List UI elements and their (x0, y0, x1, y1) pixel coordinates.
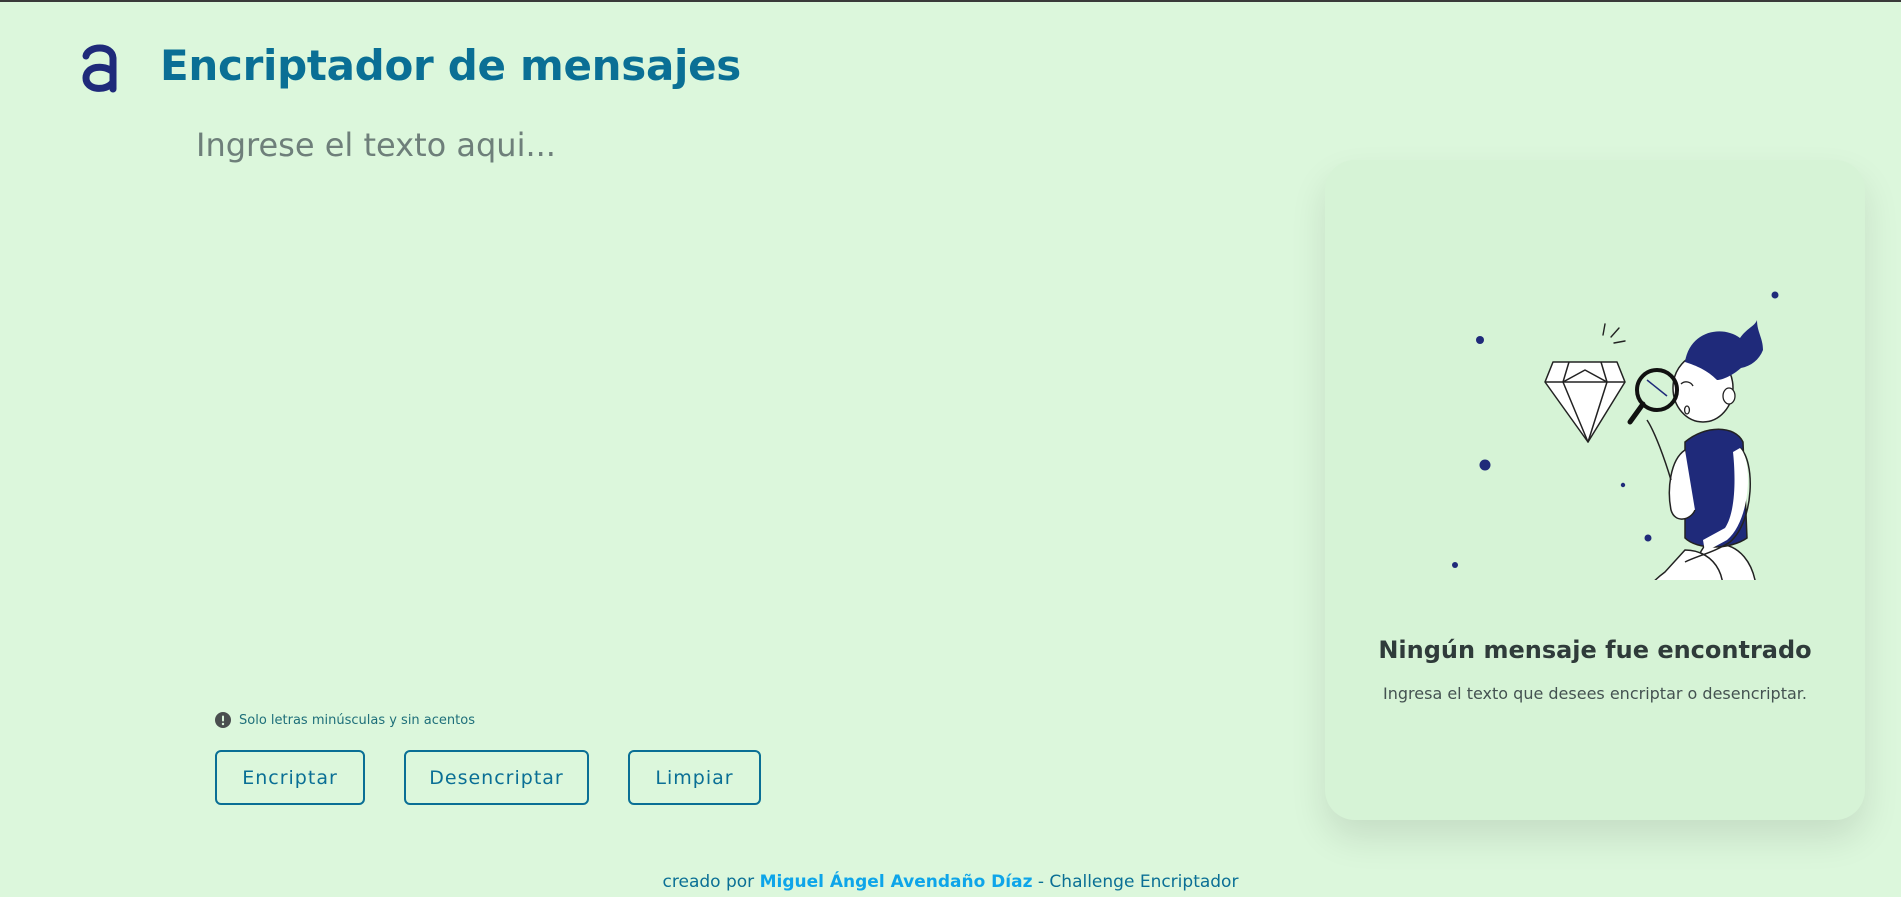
message-input[interactable] (196, 126, 1276, 676)
encrypt-button[interactable]: Encriptar (215, 750, 365, 805)
footer-prefix: creado por (662, 872, 760, 892)
footer-author-link[interactable]: Miguel Ángel Avendaño Díaz (760, 872, 1033, 892)
result-title: Ningún mensaje fue encontrado (1378, 636, 1812, 664)
result-subtitle: Ingresa el texto que desees encriptar o … (1383, 684, 1807, 703)
clear-button[interactable]: Limpiar (628, 750, 761, 805)
hint-text: Solo letras minúsculas y sin acentos (239, 712, 475, 728)
person-inspecting-diamond-illustration (1452, 291, 1779, 580)
input-hint: Solo letras minúsculas y sin acentos (215, 712, 475, 728)
decrypt-button[interactable]: Desencriptar (404, 750, 589, 805)
result-panel: Ningún mensaje fue encontrado Ingresa el… (1325, 160, 1865, 820)
footer-suffix: - Challenge Encriptador (1032, 872, 1239, 892)
alura-logo-icon[interactable] (80, 42, 120, 94)
exclamation-circle-icon (215, 712, 231, 728)
footer: creado por Miguel Ángel Avendaño Díaz - … (0, 872, 1901, 892)
page-title: Encriptador de mensajes (160, 41, 741, 90)
